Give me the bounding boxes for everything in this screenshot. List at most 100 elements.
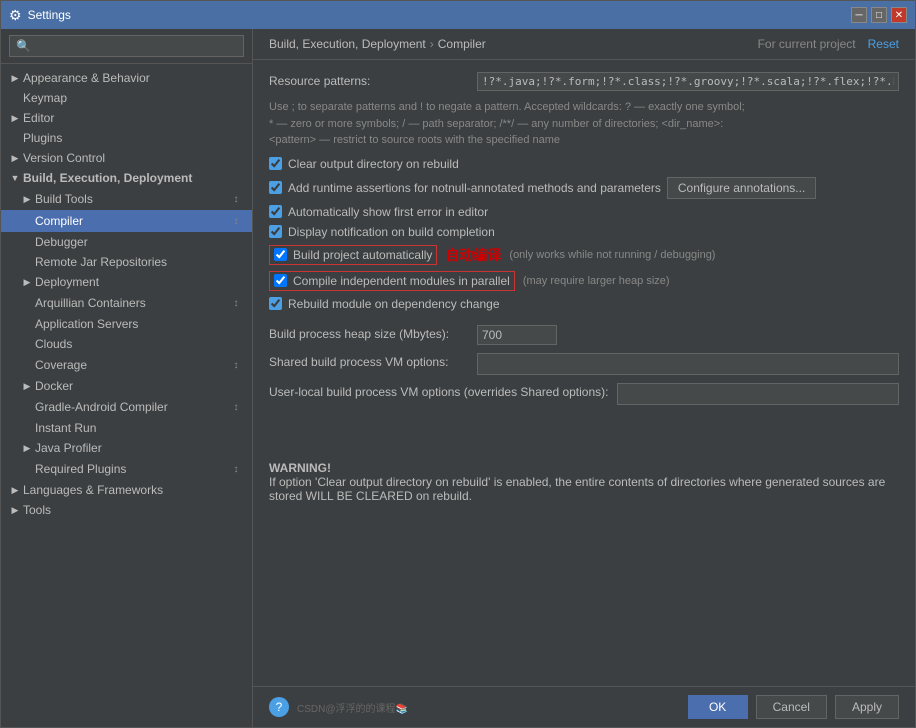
sidebar-item-label: Compiler (35, 214, 224, 228)
arrow-icon (9, 504, 21, 516)
sync-icon: ↕ (228, 213, 244, 229)
sidebar-item-label: Clouds (35, 337, 244, 351)
arrow-icon (9, 72, 21, 84)
user-local-vm-row: User-local build process VM options (ove… (269, 383, 899, 405)
heap-size-row: Build process heap size (Mbytes): (269, 325, 899, 345)
shared-vm-label: Shared build process VM options: (269, 353, 469, 369)
sidebar-item-coverage[interactable]: Coverage ↕ (1, 354, 252, 376)
nav-tree: Appearance & Behavior Keymap Editor Plug… (1, 64, 252, 727)
sidebar-item-build-exec[interactable]: Build, Execution, Deployment (1, 168, 252, 188)
close-button[interactable]: ✕ (891, 7, 907, 23)
sidebar-item-build-tools[interactable]: Build Tools ↕ (1, 188, 252, 210)
sidebar-item-editor[interactable]: Editor (1, 108, 252, 128)
runtime-assertions-row: Add runtime assertions for notnull-annot… (269, 177, 899, 199)
sidebar-item-version-control[interactable]: Version Control (1, 148, 252, 168)
rebuild-module-checkbox[interactable] (269, 297, 282, 310)
warning-title: WARNING! (269, 461, 331, 475)
build-automatically-row: Build project automatically 自动编译 (only w… (269, 245, 899, 265)
watermark: CSDN@浮浮的的课程📚 (297, 700, 408, 715)
sidebar-item-instant-run[interactable]: Instant Run (1, 418, 252, 438)
main-content: Appearance & Behavior Keymap Editor Plug… (1, 29, 915, 727)
arrow-icon (21, 442, 33, 454)
sidebar-item-label: Coverage (35, 358, 224, 372)
user-local-vm-input[interactable] (617, 383, 900, 405)
sidebar-item-deployment[interactable]: Deployment (1, 272, 252, 292)
sidebar-item-tools[interactable]: Tools (1, 500, 252, 520)
user-local-vm-label: User-local build process VM options (ove… (269, 383, 609, 399)
sidebar-item-remote-jar[interactable]: Remote Jar Repositories (1, 252, 252, 272)
sidebar-item-compiler[interactable]: Compiler ↕ (1, 210, 252, 232)
sync-icon: ↕ (228, 357, 244, 373)
show-first-error-label: Automatically show first error in editor (288, 205, 488, 219)
clear-output-label: Clear output directory on rebuild (288, 157, 459, 171)
sidebar-item-arquillian[interactable]: Arquillian Containers ↕ (1, 292, 252, 314)
sidebar-item-label: Version Control (23, 151, 244, 165)
sidebar-item-debugger[interactable]: Debugger (1, 232, 252, 252)
sidebar-item-languages[interactable]: Languages & Frameworks (1, 480, 252, 500)
heap-size-label: Build process heap size (Mbytes): (269, 325, 469, 341)
window-controls: ─ □ ✕ (851, 7, 907, 23)
clear-output-row: Clear output directory on rebuild (269, 157, 899, 171)
build-automatically-checkbox[interactable] (274, 248, 287, 261)
sidebar-item-label: Required Plugins (35, 462, 224, 476)
cancel-button[interactable]: Cancel (756, 695, 827, 719)
sidebar-item-plugins[interactable]: Plugins (1, 128, 252, 148)
runtime-assertions-label: Add runtime assertions for notnull-annot… (288, 181, 661, 195)
sidebar-item-label: Gradle-Android Compiler (35, 400, 224, 414)
sidebar-item-keymap[interactable]: Keymap (1, 88, 252, 108)
right-panel: Build, Execution, Deployment › Compiler … (253, 29, 915, 727)
sidebar-item-label: Java Profiler (35, 441, 244, 455)
shared-vm-input[interactable] (477, 353, 899, 375)
sidebar-item-gradle-android[interactable]: Gradle-Android Compiler ↕ (1, 396, 252, 418)
show-first-error-checkbox[interactable] (269, 205, 282, 218)
maximize-button[interactable]: □ (871, 7, 887, 23)
sidebar-item-label: Languages & Frameworks (23, 483, 244, 497)
resource-patterns-label: Resource patterns: (269, 72, 469, 88)
compile-parallel-note: (may require larger heap size) (523, 275, 670, 287)
sidebar-item-java-profiler[interactable]: Java Profiler (1, 438, 252, 458)
arrow-icon (21, 380, 33, 392)
compile-parallel-label: Compile independent modules in parallel (293, 274, 510, 288)
panel-header: Build, Execution, Deployment › Compiler … (253, 29, 915, 60)
sync-icon: ↕ (228, 461, 244, 477)
help-button[interactable]: ? (269, 697, 289, 717)
sidebar-item-required-plugins[interactable]: Required Plugins ↕ (1, 458, 252, 480)
warning-text: If option 'Clear output directory on reb… (269, 475, 885, 503)
sidebar-item-label: Application Servers (35, 317, 244, 331)
sidebar-item-clouds[interactable]: Clouds (1, 334, 252, 354)
sidebar-item-app-servers[interactable]: Application Servers (1, 314, 252, 334)
show-first-error-row: Automatically show first error in editor (269, 205, 899, 219)
rebuild-module-row: Rebuild module on dependency change (269, 297, 899, 311)
panel-body: Resource patterns: Use ; to separate pat… (253, 60, 915, 686)
sidebar-item-label: Editor (23, 111, 244, 125)
runtime-assertions-checkbox[interactable] (269, 181, 282, 194)
breadcrumb-current: Compiler (438, 37, 486, 51)
sidebar-item-label: Build Tools (35, 192, 224, 206)
sidebar-item-label: Keymap (23, 91, 244, 105)
sidebar-item-label: Appearance & Behavior (23, 71, 244, 85)
arrow-icon (9, 152, 21, 164)
resource-patterns-input[interactable] (477, 72, 899, 91)
compile-parallel-checkbox[interactable] (274, 274, 287, 287)
sidebar-item-docker[interactable]: Docker (1, 376, 252, 396)
panel-footer: ? CSDN@浮浮的的课程📚 OK Cancel Apply (253, 686, 915, 727)
resource-patterns-row: Resource patterns: (269, 72, 899, 91)
breadcrumb: Build, Execution, Deployment › Compiler (269, 37, 486, 51)
display-notification-checkbox[interactable] (269, 225, 282, 238)
apply-button[interactable]: Apply (835, 695, 899, 719)
display-notification-row: Display notification on build completion (269, 225, 899, 239)
clear-output-checkbox[interactable] (269, 157, 282, 170)
ok-button[interactable]: OK (688, 695, 748, 719)
sidebar-item-appearance[interactable]: Appearance & Behavior (1, 68, 252, 88)
sidebar-item-label: Docker (35, 379, 244, 393)
heap-size-input[interactable] (477, 325, 557, 345)
title-bar: ⚙ Settings ─ □ ✕ (1, 1, 915, 29)
configure-annotations-button[interactable]: Configure annotations... (667, 177, 816, 199)
rebuild-module-label: Rebuild module on dependency change (288, 297, 500, 311)
minimize-button[interactable]: ─ (851, 7, 867, 23)
arrow-icon (21, 276, 33, 288)
search-input[interactable] (9, 35, 244, 57)
compile-parallel-row: Compile independent modules in parallel … (269, 271, 899, 291)
search-box (1, 29, 252, 64)
reset-link[interactable]: Reset (868, 37, 899, 51)
